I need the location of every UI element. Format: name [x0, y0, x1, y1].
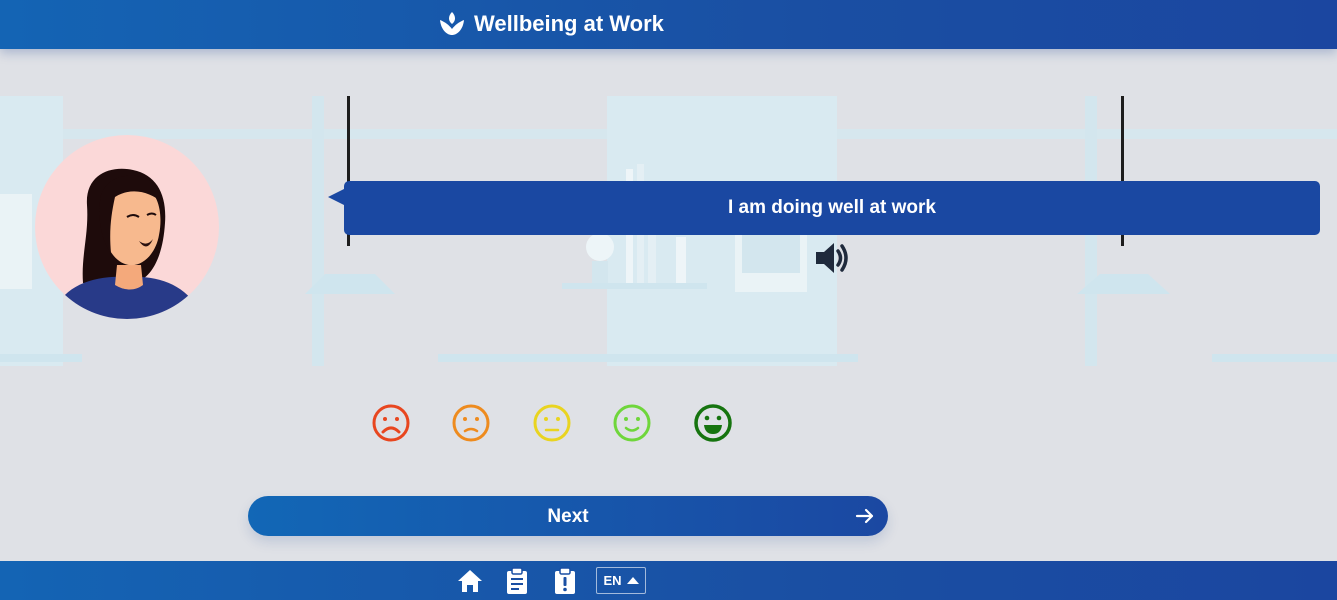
header-bar: Wellbeing at Work	[0, 0, 1337, 49]
question-bubble: I am doing well at work	[328, 181, 1320, 235]
very-sad-face-icon[interactable]	[371, 403, 411, 443]
home-icon[interactable]	[456, 567, 484, 595]
neutral-face-icon[interactable]	[532, 403, 572, 443]
lotus-icon	[440, 12, 464, 35]
clipboard-icon[interactable]	[503, 567, 531, 595]
language-code: EN	[603, 573, 622, 588]
alert-icon[interactable]	[551, 567, 579, 595]
app-title: Wellbeing at Work	[474, 11, 664, 36]
next-button-label: Next	[547, 506, 589, 527]
arrow-right-icon	[855, 508, 874, 524]
speaker-icon[interactable]	[812, 238, 852, 278]
footer-bar	[0, 561, 1337, 600]
next-button[interactable]: Next	[248, 496, 888, 536]
sad-face-icon[interactable]	[451, 403, 491, 443]
very-happy-face-icon[interactable]	[693, 403, 733, 443]
caret-up-icon	[626, 577, 639, 584]
avatar	[35, 135, 219, 319]
question-text: I am doing well at work	[728, 197, 936, 218]
brand: Wellbeing at Work	[438, 8, 664, 40]
woman-avatar-illustration	[55, 168, 199, 319]
language-selector[interactable]: EN	[596, 567, 646, 594]
happy-face-icon[interactable]	[612, 403, 652, 443]
